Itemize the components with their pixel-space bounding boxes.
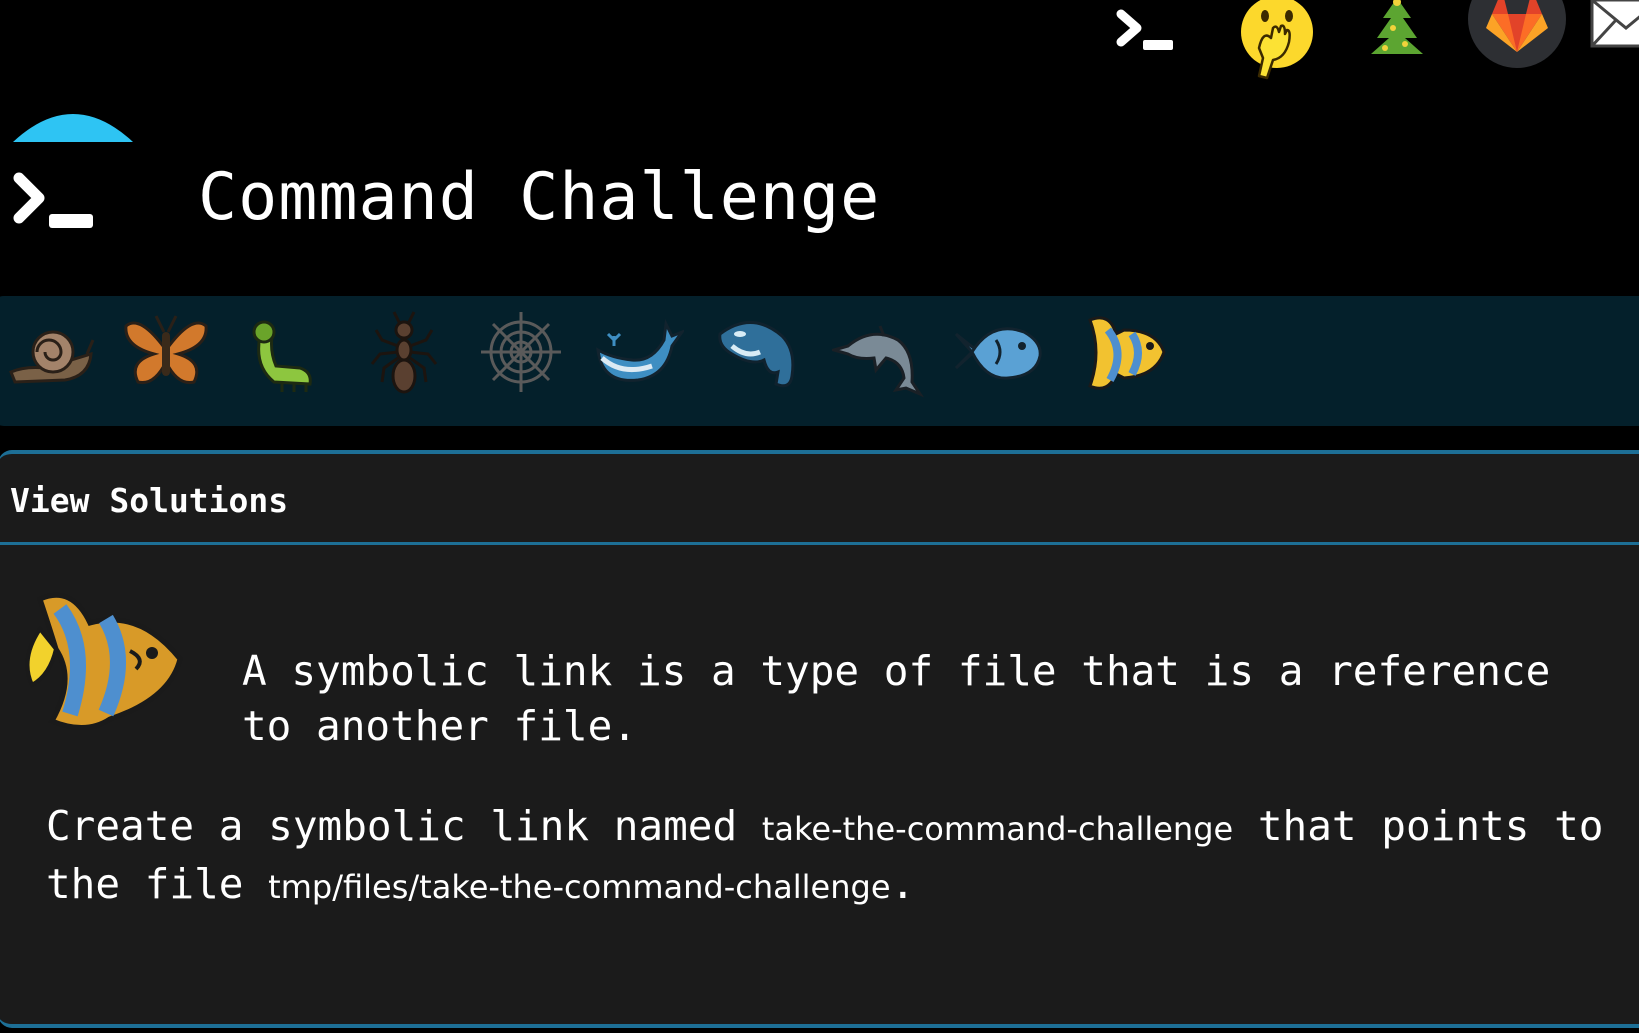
tropical-fish-icon xyxy=(25,592,183,730)
gitlab-button[interactable] xyxy=(1468,0,1566,68)
christmas-tree-icon[interactable] xyxy=(1363,0,1431,54)
tropical-fish-icon[interactable] xyxy=(1080,306,1172,398)
challenge-task: Create a symbolic link named take-the-co… xyxy=(46,799,1606,915)
mail-icon[interactable] xyxy=(1590,0,1639,50)
gitlab-icon xyxy=(1486,0,1548,52)
snail-icon[interactable] xyxy=(5,306,97,398)
target-path-code: tmp/files/take-the-command-challenge xyxy=(268,868,891,906)
dolphin-icon[interactable] xyxy=(832,306,924,398)
challenge-card: View Solutions A symbolic link is a type… xyxy=(0,450,1639,1028)
top-icon-bar xyxy=(0,0,1639,80)
solutions-bar: View Solutions xyxy=(0,454,1639,545)
caterpillar-icon[interactable] xyxy=(240,306,332,398)
view-solutions-link[interactable]: View Solutions xyxy=(10,481,288,521)
orca-icon[interactable] xyxy=(712,306,804,398)
task-suffix: . xyxy=(890,860,916,908)
task-prefix: Create a symbolic link named xyxy=(46,802,762,850)
hand-over-mouth-emoji-icon[interactable] xyxy=(1237,0,1317,80)
fish-icon[interactable] xyxy=(952,306,1044,398)
terminal-icon[interactable] xyxy=(1115,6,1173,54)
page-title[interactable]: Command Challenge xyxy=(198,158,880,238)
link-name-code: take-the-command-challenge xyxy=(761,810,1234,848)
spider-web-icon[interactable] xyxy=(475,306,567,398)
page: Command Challenge View Solutions A symbo… xyxy=(0,0,1639,1033)
butterfly-icon[interactable] xyxy=(120,306,212,398)
logo-dome-icon xyxy=(13,114,133,142)
whale-icon[interactable] xyxy=(592,306,684,398)
logo-terminal-icon[interactable] xyxy=(13,170,95,232)
ant-icon[interactable] xyxy=(358,306,450,398)
challenge-intro: A symbolic link is a type of file that i… xyxy=(242,647,1551,750)
